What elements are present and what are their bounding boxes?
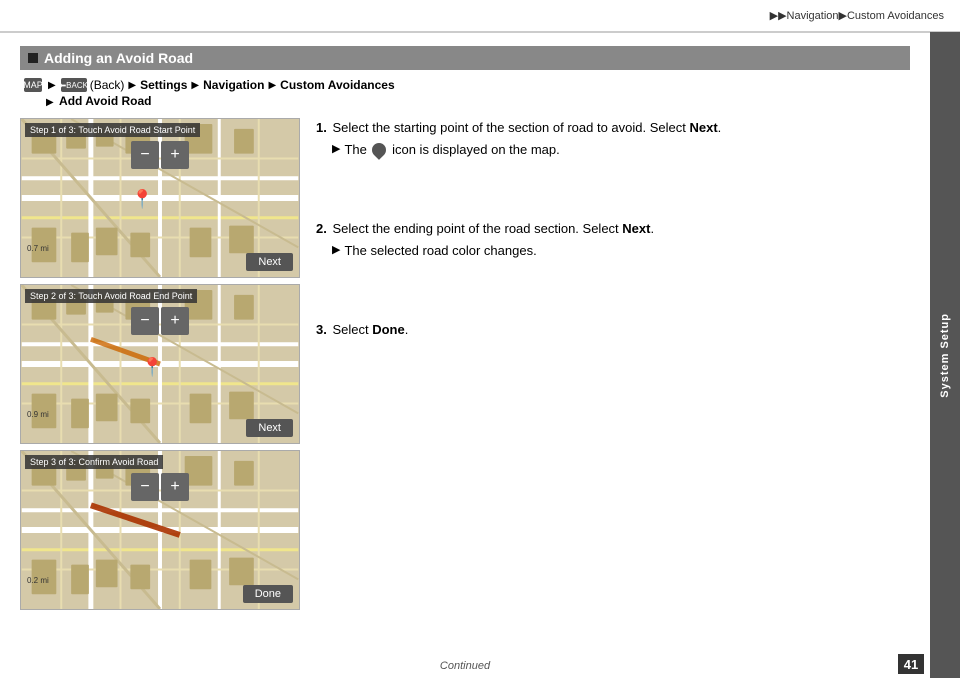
map-pin-1: 📍 [131, 189, 153, 210]
map-icon: MAP [24, 78, 42, 92]
scale-bar-3: 0.2 mi [27, 576, 49, 585]
sidebar-tab-label: System Setup [939, 313, 951, 398]
map-screenshot-1: Step 1 of 3: Touch Avoid Road Start Poin… [20, 118, 300, 278]
zoom-out-2: − [131, 307, 159, 335]
scale-bar-2: 0.9 mi [27, 410, 49, 419]
back-label: (Back) [90, 78, 125, 92]
next-button-2[interactable]: Next [246, 419, 293, 437]
sub-arrow-2: ▶ [332, 242, 340, 259]
map-pin-2: 📍 [141, 357, 163, 378]
step-2-sub-text: The selected road color changes. [344, 241, 536, 261]
step-2-text: 2. Select the ending point of the road s… [316, 219, 910, 239]
next-button-1[interactable]: Next [246, 253, 293, 271]
zoom-controls-1: − + [131, 141, 189, 169]
zoom-controls-2: − + [131, 307, 189, 335]
nav-arrow-2: ▶ [128, 80, 136, 91]
step-label-1: Step 1 of 3: Touch Avoid Road Start Poin… [25, 123, 200, 137]
step-3-body: Select Done. [332, 322, 408, 337]
step-1-text: 1. Select the starting point of the sect… [316, 118, 910, 138]
step-3-text: 3. Select Done. [316, 320, 910, 340]
step-3-number: 3. [316, 322, 327, 337]
footer-bar: Continued [0, 660, 930, 672]
map-screenshot-2: Step 2 of 3: Touch Avoid Road End Point [20, 284, 300, 444]
zoom-in-1: + [161, 141, 189, 169]
map-screenshot-3: Step 3 of 3: Confirm Avoid Road [20, 450, 300, 610]
nav-settings: Settings [140, 78, 187, 92]
step-1: 1. Select the starting point of the sect… [316, 118, 910, 159]
step-3: 3. Select Done. [316, 320, 910, 340]
nav-add-avoid-road: Add Avoid Road [59, 94, 151, 108]
zoom-out-3: − [131, 473, 159, 501]
main-content: Adding an Avoid Road MAP ▶ ⬅BACK (Back) … [0, 32, 930, 678]
section-header: Adding an Avoid Road [20, 46, 910, 70]
section-icon [28, 53, 38, 63]
sub-arrow-1: ▶ [332, 141, 340, 158]
zoom-out-1: − [131, 141, 159, 169]
step-label-2: Step 2 of 3: Touch Avoid Road End Point [25, 289, 197, 303]
step-1-number: 1. [316, 120, 327, 135]
nav-arrow-3: ▶ [191, 80, 199, 91]
pin-icon [370, 140, 390, 160]
zoom-in-2: + [161, 307, 189, 335]
step-1-sub-text: The icon is displayed on the map. [344, 140, 559, 160]
nav-path: MAP ▶ ⬅BACK (Back) ▶ Settings ▶ Navigati… [20, 78, 910, 108]
nav-arrow-5: ▶ [46, 97, 54, 108]
continued-text: Continued [440, 660, 490, 672]
step-2-sub: ▶ The selected road color changes. [332, 241, 910, 261]
left-column: Step 1 of 3: Touch Avoid Road Start Poin… [20, 118, 300, 610]
right-column: 1. Select the starting point of the sect… [316, 118, 910, 610]
step-2-body: Select the ending point of the road sect… [332, 221, 654, 236]
step-2-number: 2. [316, 221, 327, 236]
nav-custom-avoidances: Custom Avoidances [280, 78, 394, 92]
nav-navigation: Navigation [203, 78, 264, 92]
scale-bar-1: 0.7 mi [27, 244, 49, 253]
system-setup-sidebar: System Setup [930, 32, 960, 678]
step-1-body: Select the starting point of the section… [332, 120, 721, 135]
nav-arrow-1: ▶ [48, 80, 56, 91]
step-2: 2. Select the ending point of the road s… [316, 219, 910, 260]
content-columns: Step 1 of 3: Touch Avoid Road Start Poin… [20, 118, 910, 610]
step-1-sub: ▶ The icon is displayed on the map. [332, 140, 910, 160]
zoom-in-3: + [161, 473, 189, 501]
nav-arrow-4: ▶ [268, 80, 276, 91]
back-icon: ⬅BACK [61, 78, 87, 92]
done-button[interactable]: Done [243, 585, 293, 603]
breadcrumb-text: ▶▶Navigation▶Custom Avoidances [770, 9, 944, 22]
step-label-3: Step 3 of 3: Confirm Avoid Road [25, 455, 163, 469]
zoom-controls-3: − + [131, 473, 189, 501]
top-breadcrumb-bar: ▶▶Navigation▶Custom Avoidances [0, 0, 960, 32]
section-title: Adding an Avoid Road [44, 50, 193, 66]
page-number: 41 [898, 654, 924, 674]
